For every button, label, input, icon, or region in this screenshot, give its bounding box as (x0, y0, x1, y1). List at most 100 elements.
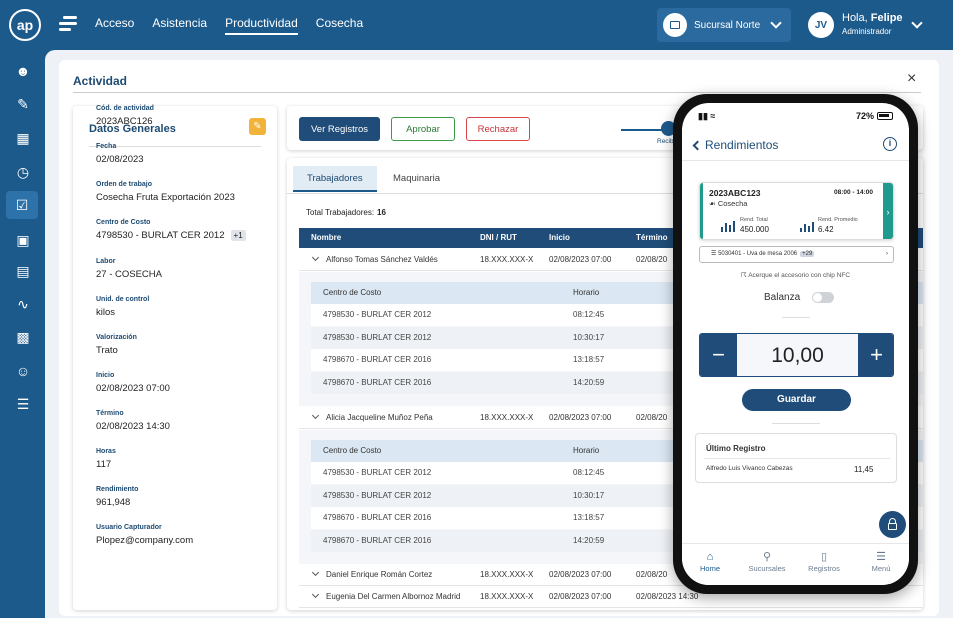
field-item: Centro de Costo 4798530 - BURLAT CER 2012… (96, 219, 246, 241)
hamburger-icon[interactable] (59, 16, 77, 32)
doc-money-icon[interactable]: ▩ (14, 328, 32, 346)
chevron-down-icon[interactable] (311, 590, 320, 599)
worker-dni: 18.XXX.XXX-X (480, 592, 534, 601)
nfc-hint: ☈ Acerque el accesorio con chip NFC (682, 271, 909, 279)
nav-home[interactable]: ⌂ Home (682, 550, 738, 573)
worker-name-text: Alfonso Tomas Sánchez Valdés (326, 255, 438, 264)
field-value: 02/08/2023 (96, 154, 144, 165)
main-nav: Acceso Asistencia Productividad Cosecha (95, 0, 381, 50)
nfc-text: Acerque el accesorio con chip NFC (748, 272, 851, 279)
worker-inicio: 02/08/2023 07:00 (549, 255, 612, 264)
field-item: Usuario Capturador Plopez@company.com (96, 524, 193, 546)
chevron-right-icon[interactable]: › (883, 183, 893, 239)
task-icon: ☙ (709, 199, 716, 208)
balanza-label: Balanza (764, 292, 801, 303)
phone-screen: ▮▮ ≈ 72% Rendimientos i 2023ABC123 08:00… (682, 103, 909, 585)
layers-icon: ☰ (711, 251, 717, 257)
field-value-row: 4798530 - BURLAT CER 2012 +1 (96, 230, 246, 241)
chevron-right-icon: › (886, 251, 888, 257)
nav-productividad[interactable]: Productividad (225, 0, 298, 50)
work-time: 08:00 - 14:00 (834, 189, 874, 196)
cost-center-extra: +29 (800, 251, 815, 257)
worker-name: Eugenia Del Carmen Albornoz Madrid (311, 586, 460, 608)
chevron-down-icon[interactable] (311, 253, 320, 262)
user-info: Hola, Felipe Administrador (842, 12, 903, 38)
lock-icon[interactable] (879, 511, 906, 538)
user-list-icon[interactable]: ☺ (14, 362, 32, 380)
save-button[interactable]: Guardar (742, 389, 851, 411)
worker-dni: 18.XXX.XXX-X (480, 413, 534, 422)
field-label: Horas (96, 448, 116, 455)
work-task: ☙ Cosecha (709, 199, 747, 208)
clock-icon[interactable]: ◷ (14, 163, 32, 181)
phone-mockup: ▮▮ ≈ 72% Rendimientos i 2023ABC123 08:00… (673, 94, 918, 594)
field-value: Cosecha Fruta Exportación 2023 (96, 192, 235, 203)
user-icon[interactable]: ☻ (14, 62, 32, 80)
user-menu[interactable]: JV Hola, Felipe Administrador (808, 8, 942, 42)
calendar-icon[interactable]: ▤ (14, 262, 32, 280)
ver-registros-button[interactable]: Ver Registros (299, 117, 380, 141)
branch-selector[interactable]: Sucursal Norte (657, 8, 791, 42)
field-item: Unid. de control kilos (96, 296, 149, 318)
nav-acceso[interactable]: Acceso (95, 0, 134, 50)
field-item: Valorización Trato (96, 334, 137, 356)
quantity-input[interactable]: 10,00 (737, 334, 858, 376)
worker-inicio: 02/08/2023 07:00 (549, 592, 612, 601)
last-record-value: 11,45 (854, 465, 874, 474)
calendar-check-icon[interactable]: ☑ (6, 191, 38, 219)
balanza-toggle[interactable] (812, 292, 834, 303)
decrement-button[interactable]: − (700, 334, 737, 376)
info-icon[interactable]: i (883, 137, 897, 151)
sub-cc: 4798530 - BURLAT CER 2012 (323, 468, 432, 477)
chevron-down-icon[interactable] (311, 568, 320, 577)
field-label: Rendimiento (96, 486, 139, 493)
rend-prom-label: Rend. Promedio (818, 217, 858, 223)
worker-termino: 02/08/20 (636, 570, 668, 579)
list-icon[interactable]: ☰ (14, 395, 32, 413)
field-value-row: 27 - COSECHA (96, 269, 162, 280)
chevron-down-icon[interactable] (311, 411, 320, 420)
field-item: Orden de trabajo Cosecha Fruta Exportació… (96, 181, 235, 203)
cost-center-selector[interactable]: ☰ 5030401 - Uva de mesa 2006 +29 › (699, 246, 894, 263)
tab-maquinaria[interactable]: Maquinaria (379, 166, 454, 192)
sub-cc: 4798670 - BURLAT CER 2016 (323, 377, 432, 387)
field-value-row: 117 (96, 459, 116, 470)
col-dni: DNI / RUT (480, 233, 517, 242)
field-label: Orden de trabajo (96, 181, 153, 188)
edit-icon[interactable]: ✎ (249, 118, 266, 135)
phone-title: Rendimientos (705, 138, 779, 152)
field-label: Usuario Capturador (96, 524, 162, 531)
aprobar-button[interactable]: Aprobar (391, 117, 455, 141)
app-logo[interactable]: ap (9, 9, 41, 41)
sub-cc: 4798670 - BURLAT CER 2016 (323, 535, 432, 545)
field-value: 117 (96, 459, 112, 470)
nav-menu[interactable]: ☰ Menú (853, 550, 909, 573)
nav-registros[interactable]: ▯ Registros (796, 550, 852, 573)
buildings-icon[interactable]: ▦ (14, 129, 32, 147)
tab-trabajadores[interactable]: Trabajadores (293, 166, 377, 192)
nav-asistencia[interactable]: Asistencia (152, 0, 207, 50)
nav-cosecha[interactable]: Cosecha (316, 0, 363, 50)
back-icon[interactable] (692, 140, 703, 151)
field-value: kilos (96, 307, 116, 318)
nav-sucursales[interactable]: ⚲ Sucursales (739, 550, 795, 573)
field-label: Unid. de control (96, 296, 150, 303)
field-value-row: kilos (96, 307, 149, 318)
close-icon[interactable]: × (907, 70, 916, 88)
increment-button[interactable]: + (858, 334, 893, 376)
briefcase-clock-icon[interactable]: ▣ (14, 231, 32, 249)
edit-doc-icon[interactable]: ✎ (14, 95, 32, 113)
rechazar-button[interactable]: Rechazar (466, 117, 530, 141)
sub-col-cc: Centro de Costo (323, 288, 382, 297)
step-label: Recib (657, 138, 674, 145)
count-badge[interactable]: +1 (230, 230, 246, 241)
branch-label: Sucursal Norte (694, 19, 761, 31)
field-item: Horas 117 (96, 448, 116, 470)
route-icon[interactable]: ∿ (14, 295, 32, 313)
worker-name-text: Daniel Enrique Román Cortez (326, 570, 433, 579)
field-value: 27 - COSECHA (96, 269, 162, 280)
sidebar: ☻ ✎ ▦ ◷ ☑ ▣ ▤ ∿ ▩ ☺ ☰ (0, 50, 45, 618)
field-label: Labor (96, 258, 116, 265)
work-order-card[interactable]: 2023ABC123 08:00 - 14:00 ☙ Cosecha Rend.… (699, 182, 894, 240)
last-record-title: Último Registro (706, 444, 766, 453)
